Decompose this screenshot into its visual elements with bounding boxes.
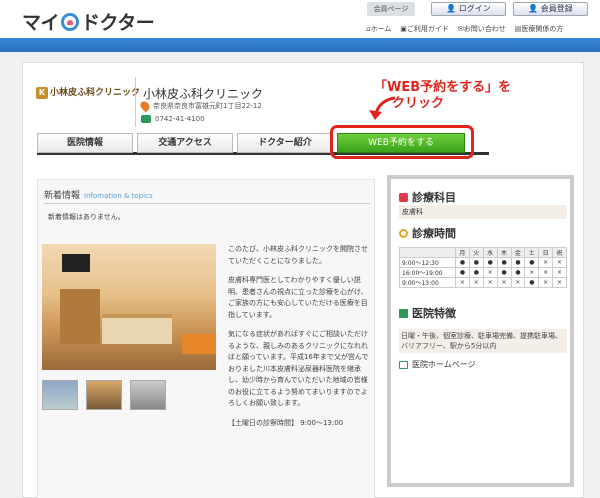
login-label: ログイン [458, 4, 491, 13]
clock-icon [399, 228, 408, 238]
clinic-photo [42, 244, 216, 370]
phone-icon [141, 115, 151, 123]
table-row: 9:00～13:00 × × × × × ● × × [399, 277, 567, 288]
map-pin-icon [138, 99, 152, 113]
clinic-mark-icon: K [36, 87, 48, 99]
clinic-address: 奈良県奈良市富雄元町1丁目22-12 [138, 99, 262, 113]
intro-p3: 気になる症状があればすぐにご相談いただけるような、親しみのあるクリニックになれれ… [228, 330, 369, 407]
tab-access[interactable]: 交通アクセス [137, 133, 233, 153]
nav-contact[interactable]: ✉お問い合わせ [458, 24, 506, 34]
divider [135, 77, 136, 127]
register-label: 会員登録 [540, 4, 573, 13]
features-text: 日曜・午後、個室診療、駐車場完備、提携駐車場、バリアフリー、駅から5分以内 [399, 329, 567, 353]
member-page-tab[interactable]: 会員ページ [367, 2, 415, 16]
thumbnail-reception[interactable] [86, 380, 122, 410]
intro-text: このたび、小林皮ふ科クリニックを開院させていただくことになりました。 皮膚科専門… [228, 244, 372, 437]
clinic-phone: 0742-41-4100 [141, 115, 205, 123]
tab-doctor[interactable]: ドクター紹介 [237, 133, 333, 153]
photo-shelf [60, 289, 100, 344]
intro-p2: 皮膚科専門医としてわかりやすく優しい説明、患者さんの視点に立った診療を心がけ、ご… [228, 276, 368, 319]
intro-p1: このたび、小林皮ふ科クリニックを開院させていただくことになりました。 [228, 245, 368, 265]
clinic-name: 小林皮ふ科クリニック [143, 87, 264, 101]
photo-thumbnails [42, 380, 166, 410]
logo-text-2: ドクター [81, 12, 155, 34]
tab-clinic-info[interactable]: 医院情報 [37, 133, 133, 153]
dept-heading: 診療科目 [399, 189, 456, 205]
highlight-box [330, 125, 474, 159]
nav-home[interactable]: ⌂ホーム [366, 24, 391, 34]
content-column: 新着情報 Infomation & topics 新着情報はありません。 このたび… [37, 179, 375, 498]
cross-icon [399, 192, 408, 202]
photo-chair [182, 334, 216, 354]
logo-text: マイ [22, 12, 60, 34]
info-sidebar: 診療科目 皮膚科 診療時間 月火水木金土日祝 9:00～12:30 ● ● ● ● ● ●… [387, 175, 574, 487]
features-heading: 医院特徴 [399, 305, 456, 321]
photo-tv [62, 254, 90, 272]
hours-heading: 診療時間 [399, 225, 456, 241]
photo-counter [102, 314, 172, 344]
dept-value: 皮膚科 [399, 205, 567, 219]
callout-arrow-icon [369, 96, 396, 120]
blue-band [0, 38, 600, 52]
register-button[interactable]: 👤 会員登録 [513, 2, 588, 16]
homepage-link[interactable]: 医院ホームページ [399, 359, 476, 370]
table-row: 9:00～12:30 ● ● ● ● ● ● × × [399, 257, 567, 268]
building-icon [399, 308, 408, 318]
thumbnail-room[interactable] [130, 380, 166, 410]
site-header: マイ ドクター 会員ページ 👤 ログイン 👤 会員登録 ⌂ホーム ▣ご利用ガイド… [0, 0, 600, 38]
nav-medical[interactable]: ▤医療関係の方 [515, 24, 564, 34]
site-logo[interactable]: マイ ドクター [22, 8, 155, 35]
thumbnail-exterior[interactable] [42, 380, 78, 410]
heart-logo-icon [61, 12, 80, 31]
table-row: 16:00～19:00 ● ● × ● ● × × × [399, 267, 567, 278]
monitor-icon [399, 360, 408, 369]
news-header: 新着情報 Infomation & topics [44, 188, 370, 204]
nav-guide[interactable]: ▣ご利用ガイド [400, 24, 449, 34]
top-nav: ⌂ホーム ▣ご利用ガイド ✉お問い合わせ ▤医療関係の方 [366, 24, 563, 34]
clinic-page: K 小林皮ふ科クリニック 小林皮ふ科クリニック 奈良県奈良市富雄元町1丁目22-1… [22, 62, 584, 498]
clinic-logo: K 小林皮ふ科クリニック [36, 85, 140, 99]
news-empty-text: 新着情報はありません。 [48, 213, 125, 221]
intro-p4: 【土曜日の診察時間】 9:00～13:00 [228, 418, 344, 427]
hours-table: 月火水木金土日祝 9:00～12:30 ● ● ● ● ● ● × × 16:00～19:00… [399, 247, 567, 288]
login-button[interactable]: 👤 ログイン [431, 2, 506, 16]
